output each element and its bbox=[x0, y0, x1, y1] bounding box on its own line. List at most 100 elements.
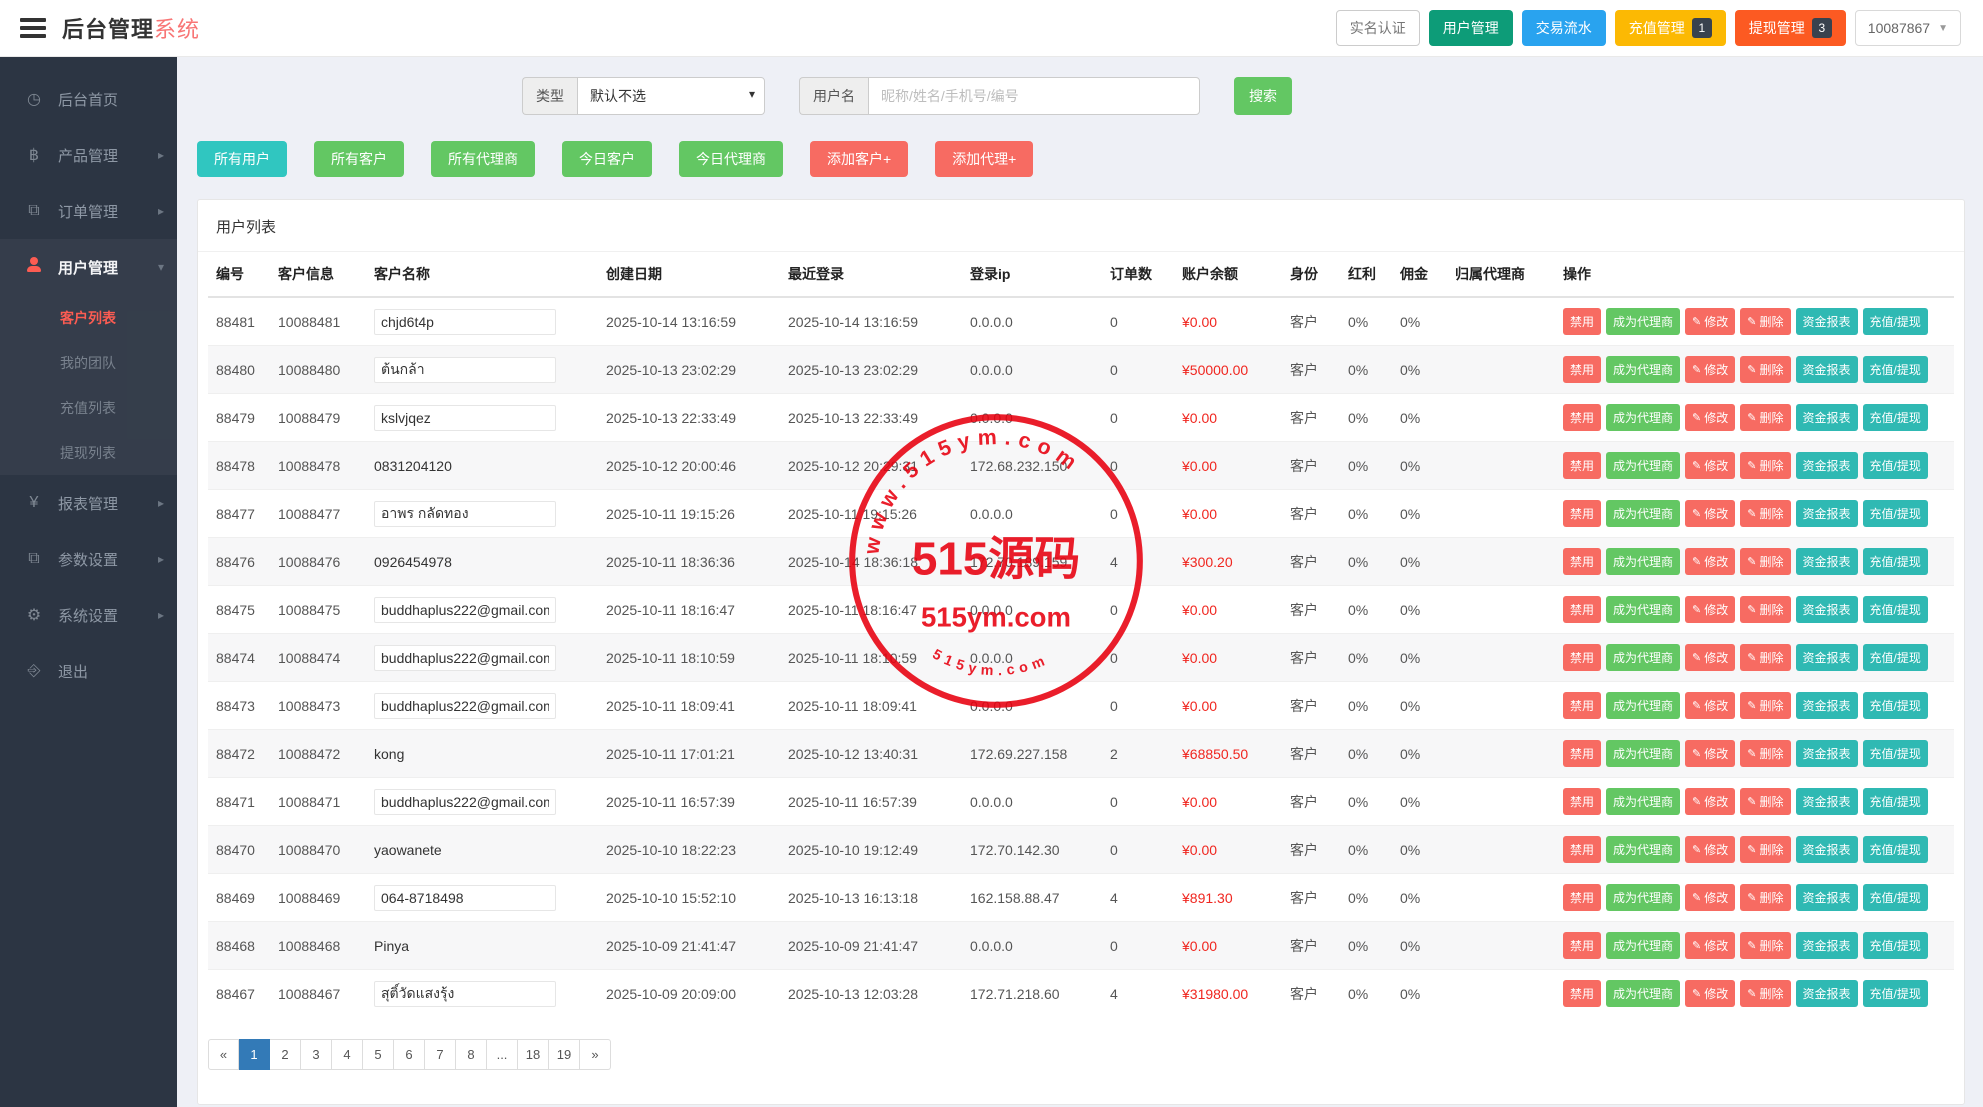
disable-button[interactable]: 禁用 bbox=[1563, 356, 1602, 383]
recharge-withdraw-button[interactable]: 充值/提现 bbox=[1862, 740, 1928, 767]
become-agent-button[interactable]: 成为代理商 bbox=[1606, 980, 1681, 1007]
client-name-input[interactable] bbox=[374, 500, 556, 527]
disable-button[interactable]: 禁用 bbox=[1563, 308, 1602, 335]
disable-button[interactable]: 禁用 bbox=[1563, 548, 1602, 575]
funds-report-button[interactable]: 资金报表 bbox=[1795, 932, 1858, 959]
disable-button[interactable]: 禁用 bbox=[1563, 596, 1602, 623]
client-name-input[interactable] bbox=[374, 596, 556, 623]
disable-button[interactable]: 禁用 bbox=[1563, 452, 1602, 479]
account-dropdown[interactable]: 10087867 ▼ bbox=[1854, 10, 1961, 46]
recharge-withdraw-button[interactable]: 充值/提现 bbox=[1862, 308, 1928, 335]
client-name-input[interactable] bbox=[374, 356, 556, 383]
recharge-withdraw-button[interactable]: 充值/提现 bbox=[1862, 788, 1928, 815]
sidebar-item-params[interactable]: ⧉ 参数设置 bbox=[0, 531, 177, 587]
disable-button[interactable]: 禁用 bbox=[1563, 692, 1602, 719]
delete-button[interactable]: ✎ 删除 bbox=[1740, 356, 1791, 383]
become-agent-button[interactable]: 成为代理商 bbox=[1606, 788, 1681, 815]
become-agent-button[interactable]: 成为代理商 bbox=[1606, 404, 1681, 431]
recharge-withdraw-button[interactable]: 充值/提现 bbox=[1862, 500, 1928, 527]
hamburger-menu-icon[interactable] bbox=[20, 18, 46, 38]
edit-button[interactable]: ✎ 修改 bbox=[1685, 644, 1736, 671]
all-clients-button[interactable]: 所有客户 bbox=[314, 141, 404, 177]
edit-button[interactable]: ✎ 修改 bbox=[1685, 404, 1736, 431]
delete-button[interactable]: ✎ 删除 bbox=[1740, 788, 1791, 815]
type-select[interactable]: 默认不选 bbox=[577, 77, 765, 115]
sidebar-item-system-settings[interactable]: ⚙ 系统设置 bbox=[0, 587, 177, 643]
pagination-page[interactable]: 8 bbox=[456, 1039, 487, 1070]
sidebar-item-client-list[interactable]: 客户列表 bbox=[0, 295, 177, 340]
become-agent-button[interactable]: 成为代理商 bbox=[1606, 932, 1681, 959]
disable-button[interactable]: 禁用 bbox=[1563, 644, 1602, 671]
recharge-withdraw-button[interactable]: 充值/提现 bbox=[1862, 980, 1928, 1007]
delete-button[interactable]: ✎ 删除 bbox=[1740, 404, 1791, 431]
delete-button[interactable]: ✎ 删除 bbox=[1740, 740, 1791, 767]
pagination-page[interactable]: 19 bbox=[549, 1039, 580, 1070]
become-agent-button[interactable]: 成为代理商 bbox=[1606, 692, 1681, 719]
sidebar-item-dashboard[interactable]: ◷ 后台首页 bbox=[0, 71, 177, 127]
funds-report-button[interactable]: 资金报表 bbox=[1795, 596, 1858, 623]
edit-button[interactable]: ✎ 修改 bbox=[1685, 596, 1736, 623]
recharge-withdraw-button[interactable]: 充值/提现 bbox=[1862, 644, 1928, 671]
client-name-input[interactable] bbox=[374, 980, 556, 1007]
pagination-page[interactable]: 3 bbox=[301, 1039, 332, 1070]
funds-report-button[interactable]: 资金报表 bbox=[1795, 884, 1858, 911]
delete-button[interactable]: ✎ 删除 bbox=[1740, 452, 1791, 479]
become-agent-button[interactable]: 成为代理商 bbox=[1606, 836, 1681, 863]
client-name-input[interactable] bbox=[374, 404, 556, 431]
disable-button[interactable]: 禁用 bbox=[1563, 932, 1602, 959]
become-agent-button[interactable]: 成为代理商 bbox=[1606, 500, 1681, 527]
sidebar-item-reports[interactable]: ¥ 报表管理 bbox=[0, 475, 177, 531]
edit-button[interactable]: ✎ 修改 bbox=[1685, 452, 1736, 479]
become-agent-button[interactable]: 成为代理商 bbox=[1606, 452, 1681, 479]
pagination-page[interactable]: 6 bbox=[394, 1039, 425, 1070]
sidebar-item-orders[interactable]: ⧉ 订单管理 bbox=[0, 183, 177, 239]
recharge-withdraw-button[interactable]: 充值/提现 bbox=[1862, 356, 1928, 383]
edit-button[interactable]: ✎ 修改 bbox=[1685, 836, 1736, 863]
sidebar-item-recharge-list[interactable]: 充值列表 bbox=[0, 385, 177, 430]
disable-button[interactable]: 禁用 bbox=[1563, 884, 1602, 911]
client-name-input[interactable] bbox=[374, 644, 556, 671]
become-agent-button[interactable]: 成为代理商 bbox=[1606, 596, 1681, 623]
recharge-withdraw-button[interactable]: 充值/提现 bbox=[1862, 596, 1928, 623]
edit-button[interactable]: ✎ 修改 bbox=[1685, 740, 1736, 767]
delete-button[interactable]: ✎ 删除 bbox=[1740, 692, 1791, 719]
disable-button[interactable]: 禁用 bbox=[1563, 500, 1602, 527]
edit-button[interactable]: ✎ 修改 bbox=[1685, 356, 1736, 383]
sidebar-item-users[interactable]: 用户管理 bbox=[0, 239, 177, 295]
client-name-input[interactable] bbox=[374, 788, 556, 815]
edit-button[interactable]: ✎ 修改 bbox=[1685, 308, 1736, 335]
funds-report-button[interactable]: 资金报表 bbox=[1795, 452, 1858, 479]
recharge-withdraw-button[interactable]: 充值/提现 bbox=[1862, 692, 1928, 719]
funds-report-button[interactable]: 资金报表 bbox=[1795, 644, 1858, 671]
edit-button[interactable]: ✎ 修改 bbox=[1685, 980, 1736, 1007]
recharge-withdraw-button[interactable]: 充值/提现 bbox=[1862, 452, 1928, 479]
become-agent-button[interactable]: 成为代理商 bbox=[1606, 548, 1681, 575]
funds-report-button[interactable]: 资金报表 bbox=[1795, 548, 1858, 575]
recharge-withdraw-button[interactable]: 充值/提现 bbox=[1862, 548, 1928, 575]
disable-button[interactable]: 禁用 bbox=[1563, 836, 1602, 863]
edit-button[interactable]: ✎ 修改 bbox=[1685, 500, 1736, 527]
disable-button[interactable]: 禁用 bbox=[1563, 980, 1602, 1007]
pagination-next[interactable]: » bbox=[580, 1039, 611, 1070]
username-input[interactable] bbox=[868, 77, 1200, 115]
pagination-page[interactable]: 2 bbox=[270, 1039, 301, 1070]
pagination-page[interactable]: 1 bbox=[239, 1039, 270, 1070]
realname-auth-button[interactable]: 实名认证 bbox=[1335, 10, 1420, 46]
become-agent-button[interactable]: 成为代理商 bbox=[1606, 356, 1681, 383]
recharge-withdraw-button[interactable]: 充值/提现 bbox=[1862, 836, 1928, 863]
delete-button[interactable]: ✎ 删除 bbox=[1740, 932, 1791, 959]
become-agent-button[interactable]: 成为代理商 bbox=[1606, 740, 1681, 767]
delete-button[interactable]: ✎ 删除 bbox=[1740, 836, 1791, 863]
funds-report-button[interactable]: 资金报表 bbox=[1795, 308, 1858, 335]
withdraw-manage-button[interactable]: 提现管理 3 bbox=[1734, 10, 1846, 46]
pagination-page[interactable]: ... bbox=[487, 1039, 518, 1070]
recharge-withdraw-button[interactable]: 充值/提现 bbox=[1862, 404, 1928, 431]
edit-button[interactable]: ✎ 修改 bbox=[1685, 692, 1736, 719]
edit-button[interactable]: ✎ 修改 bbox=[1685, 788, 1736, 815]
all-users-button[interactable]: 所有用户 bbox=[197, 141, 287, 177]
become-agent-button[interactable]: 成为代理商 bbox=[1606, 644, 1681, 671]
funds-report-button[interactable]: 资金报表 bbox=[1795, 500, 1858, 527]
disable-button[interactable]: 禁用 bbox=[1563, 740, 1602, 767]
today-clients-button[interactable]: 今日客户 bbox=[562, 141, 652, 177]
add-agent-button[interactable]: 添加代理+ bbox=[935, 141, 1034, 177]
